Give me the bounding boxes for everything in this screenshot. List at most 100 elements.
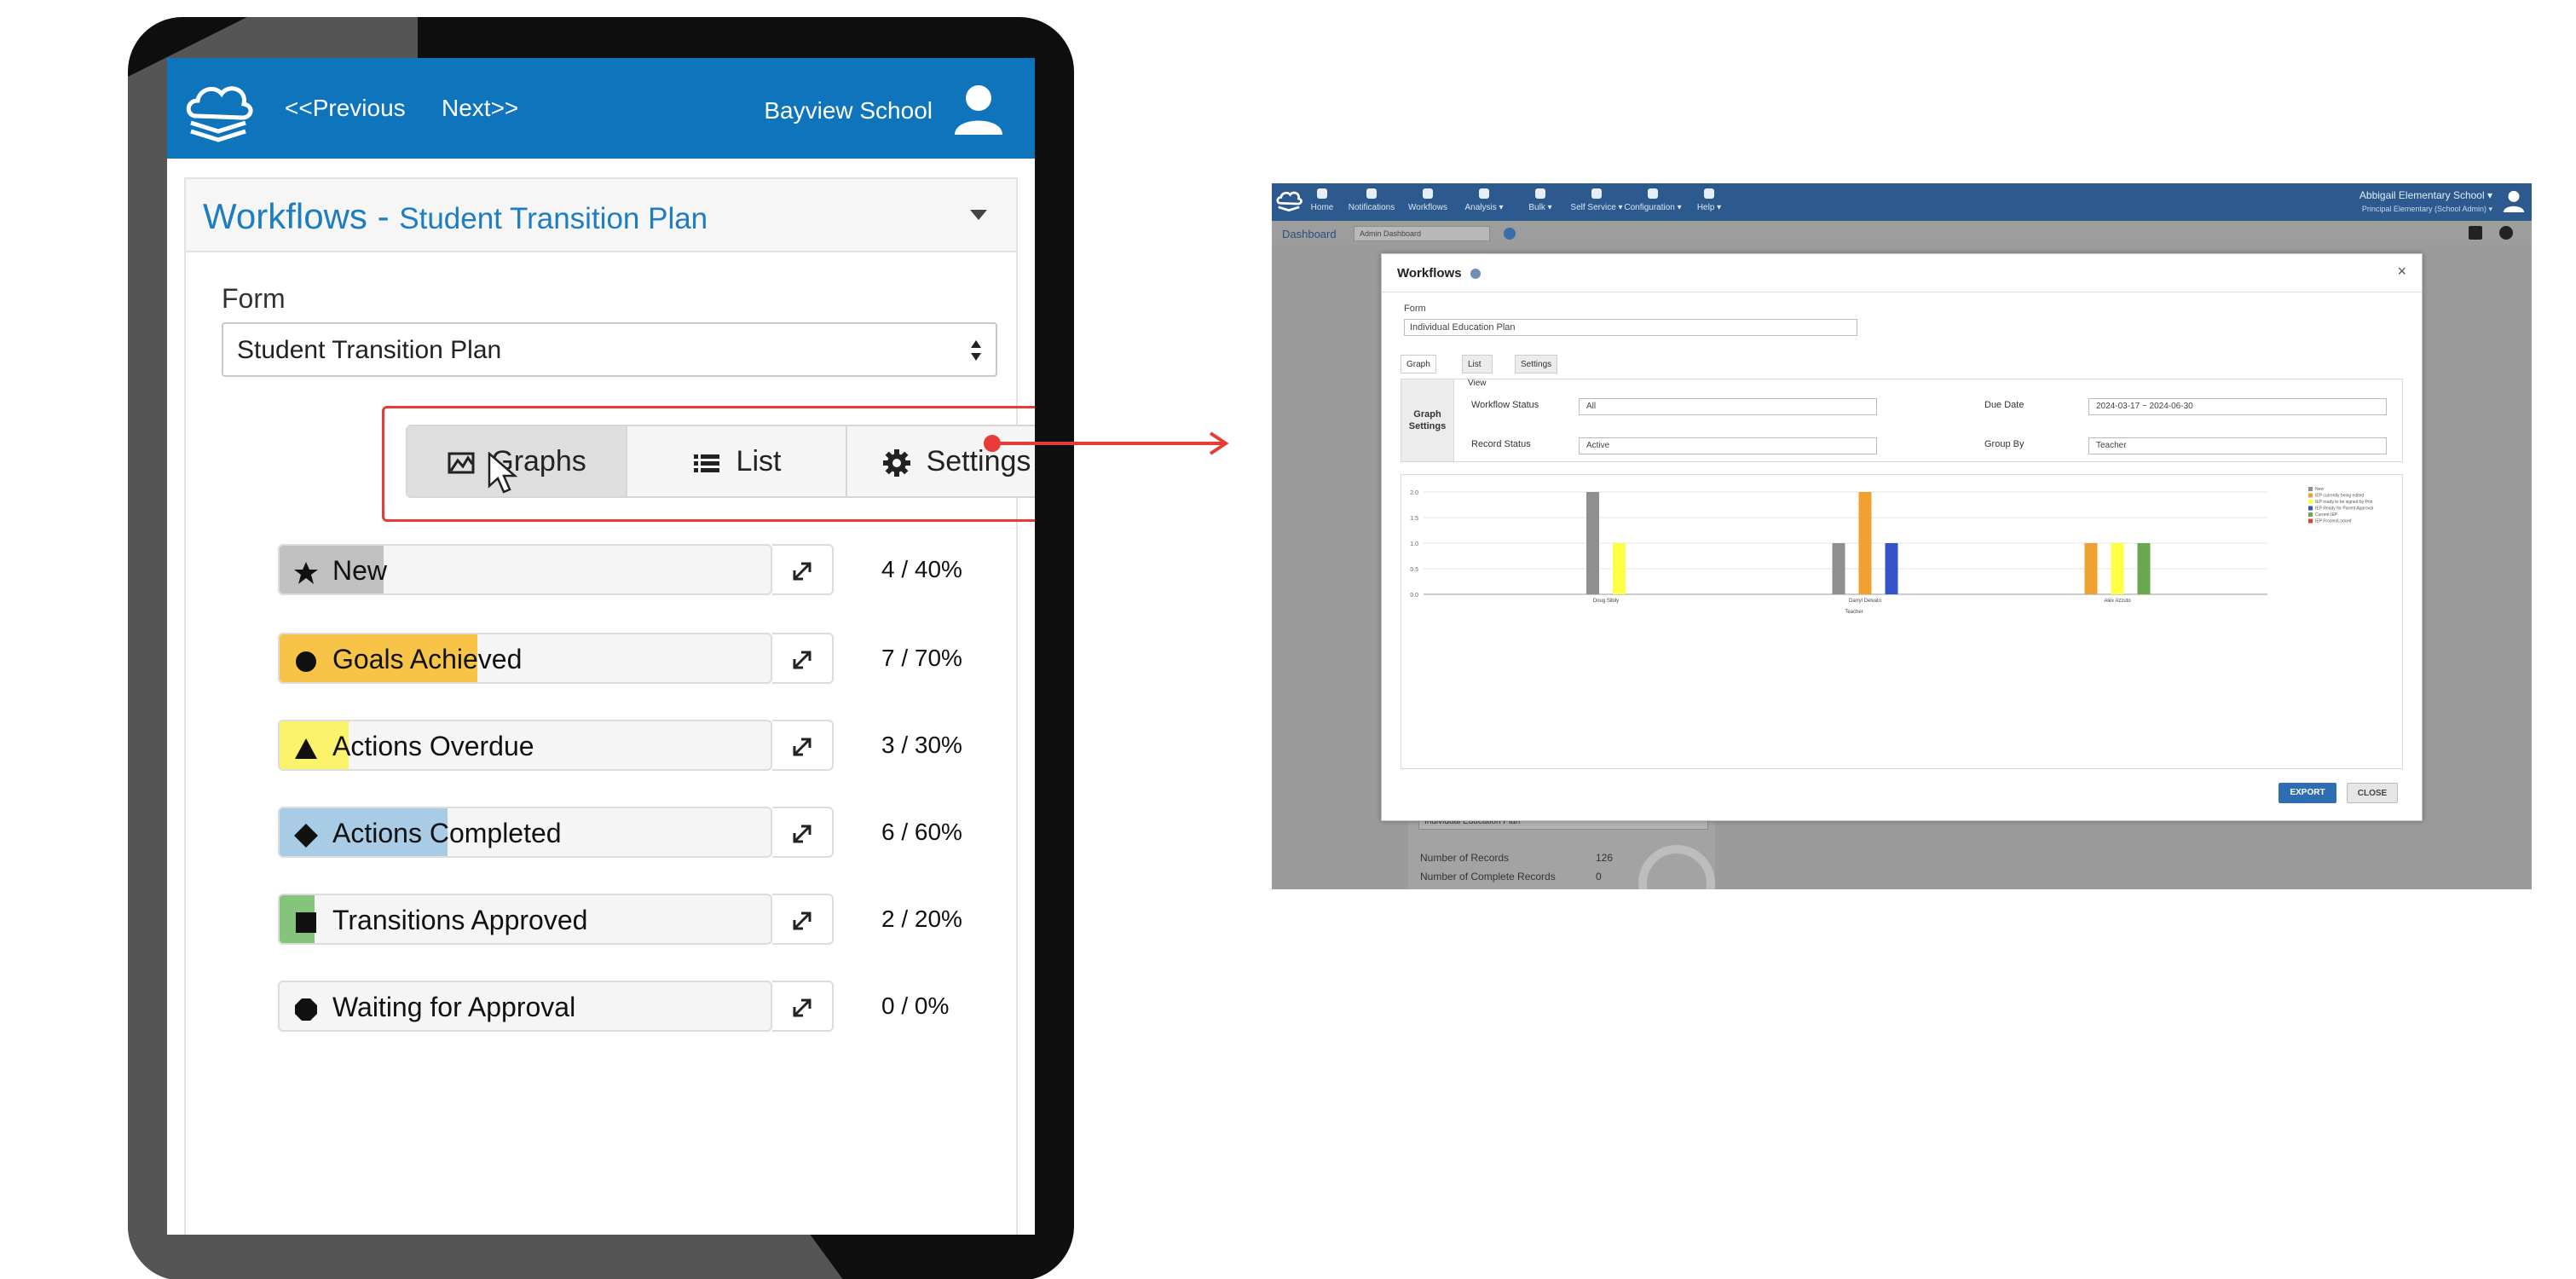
tab-list[interactable]: List xyxy=(627,426,846,496)
dashboard-link[interactable]: Dashboard xyxy=(1282,228,1337,240)
user-icon[interactable] xyxy=(953,84,1004,135)
user-icon[interactable] xyxy=(2503,190,2525,212)
top-nav-label: Notifications xyxy=(1348,203,1395,212)
diamond-icon xyxy=(294,823,318,848)
expand-button[interactable] xyxy=(772,981,834,1032)
x-axis-label: Teacher xyxy=(1845,610,1863,615)
status-bar[interactable]: Goals Achieved xyxy=(278,633,772,684)
status-bar[interactable]: Waiting for Approval xyxy=(278,981,772,1032)
top-nav-item[interactable]: Help ▾ xyxy=(1679,187,1739,212)
legend-swatch xyxy=(2308,518,2313,524)
close-button[interactable]: CLOSE xyxy=(2347,783,2398,803)
form-select[interactable]: Student Transition Plan xyxy=(222,322,997,377)
top-nav-label: Analysis ▾ xyxy=(1464,203,1504,212)
star-icon xyxy=(294,561,318,584)
legend-label: IEP Ready for Parent Approval xyxy=(2315,506,2373,512)
legend-label: IEP Frozen/Locked xyxy=(2315,519,2352,524)
record-status-select[interactable]: Active xyxy=(1579,437,1877,454)
legend-label: IEP ready to be signed by Prin xyxy=(2315,500,2373,505)
expand-icon xyxy=(793,998,811,1017)
square-icon xyxy=(296,912,316,933)
top-nav-item[interactable]: Notifications xyxy=(1342,187,1401,212)
info-icon[interactable] xyxy=(1470,269,1481,280)
bar-iep-currently-being-edited xyxy=(2084,543,2098,594)
y-tick-label: 2.0 xyxy=(1410,490,1418,496)
status-row[interactable]: Actions Overdue 3 / 30% xyxy=(167,720,1035,774)
top-nav-item[interactable]: Analysis ▾ xyxy=(1454,187,1514,212)
status-bar[interactable]: Actions Completed xyxy=(278,807,772,858)
complete-records-value: 0 xyxy=(1596,871,1602,883)
status-bar[interactable]: New xyxy=(278,544,772,595)
list-icon xyxy=(1535,188,1545,199)
top-nav-item[interactable]: Workflows xyxy=(1398,187,1458,212)
export-button[interactable]: EXPORT xyxy=(2279,783,2336,803)
status-count: 0 / 0% xyxy=(881,993,950,1019)
expand-icon xyxy=(793,912,811,930)
expand-icon xyxy=(793,651,811,669)
status-row[interactable]: Transitions Approved 2 / 20% xyxy=(167,894,1035,948)
connector-arrow xyxy=(984,431,1229,455)
expand-button[interactable] xyxy=(772,807,834,858)
status-row[interactable]: Waiting for Approval 0 / 0% xyxy=(167,981,1035,1035)
form-select-value: Student Transition Plan xyxy=(237,336,502,364)
status-label: New xyxy=(293,546,387,593)
copy-icon[interactable] xyxy=(2469,226,2482,240)
status-bar[interactable]: Transitions Approved xyxy=(278,894,772,945)
background-widget: Individual Education Plan Number of Reco… xyxy=(1408,814,1715,889)
list-icon xyxy=(693,454,719,473)
legend-label: IEP currently being edited xyxy=(2315,494,2364,499)
desktop-top-nav: Home Notifications Workflows Analysis ▾ Bulk… xyxy=(1272,183,2532,221)
workflow-status-select[interactable]: All xyxy=(1579,398,1877,415)
due-date-field[interactable]: 2024-03-17 ~ 2024-06-30 xyxy=(2088,398,2387,415)
group-by-select[interactable]: Teacher xyxy=(2088,437,2387,454)
tab-modal-settings[interactable]: Settings xyxy=(1515,355,1558,373)
bar-iep-ready-to-be-signed-by-prin xyxy=(2111,543,2124,594)
status-count: 4 / 40% xyxy=(881,556,962,582)
tab-graph-view[interactable]: Graph View xyxy=(1401,355,1436,388)
donut-gauge xyxy=(1638,845,1715,889)
status-count: 2 / 20% xyxy=(881,906,962,932)
tab-list-label: List xyxy=(736,445,782,477)
info-icon[interactable] xyxy=(1504,228,1516,240)
top-nav-item[interactable]: Configuration ▾ xyxy=(1623,187,1683,212)
workflows-header[interactable]: Workflows - Student Transition Plan xyxy=(186,179,1016,252)
previous-link[interactable]: <<Previous xyxy=(285,58,406,159)
octagon-icon xyxy=(295,998,317,1021)
legend-swatch xyxy=(2308,493,2313,498)
status-row[interactable]: Goals Achieved 7 / 70% xyxy=(167,633,1035,687)
next-link[interactable]: Next>> xyxy=(442,58,518,159)
modal-form-label: Form xyxy=(1404,304,1426,314)
expand-icon xyxy=(793,738,811,756)
y-tick-label: 0.0 xyxy=(1410,593,1418,599)
dashboard-select[interactable]: Admin Dashboard xyxy=(1354,226,1490,241)
close-icon[interactable]: × xyxy=(2397,263,2406,281)
expand-button[interactable] xyxy=(772,544,834,595)
tab-list-view[interactable]: List View xyxy=(1462,355,1493,388)
workflows-title: Workflows xyxy=(203,196,367,236)
modal-form-select[interactable]: Individual Education Plan xyxy=(1404,319,1857,336)
legend-label: Current IEP xyxy=(2315,512,2338,518)
top-nav-item[interactable]: Self Service ▾ xyxy=(1567,187,1626,212)
records-value: 126 xyxy=(1596,852,1614,864)
status-bar[interactable]: Actions Overdue xyxy=(278,720,772,771)
gear-icon xyxy=(882,449,910,477)
expand-button[interactable] xyxy=(772,633,834,684)
top-nav-item[interactable]: Bulk ▾ xyxy=(1510,187,1570,212)
records-label: Number of Records xyxy=(1420,852,1510,864)
desktop-school[interactable]: Abbigail Elementary School ▾ Principal E… xyxy=(2359,188,2492,216)
workflow-subtitle: Student Transition Plan xyxy=(399,202,708,235)
expand-button[interactable] xyxy=(772,894,834,945)
y-tick-label: 1.0 xyxy=(1410,541,1418,547)
status-row[interactable]: New 4 / 40% xyxy=(167,544,1035,599)
tablet-screen: <<Previous Next>> Bayview School Workflo… xyxy=(167,58,1035,1235)
status-label: Actions Completed xyxy=(293,808,562,856)
expand-button[interactable] xyxy=(772,720,834,771)
y-tick-label: 0.5 xyxy=(1410,567,1418,573)
desktop-role: Principal Elementary (School Admin) ▾ xyxy=(2361,205,2492,213)
status-label-text: Actions Overdue xyxy=(332,731,534,761)
status-count: 3 / 30% xyxy=(881,732,962,758)
status-row[interactable]: Actions Completed 6 / 60% xyxy=(167,807,1035,861)
desktop-subbar: Dashboard Admin Dashboard xyxy=(1272,221,2532,245)
gear-icon[interactable] xyxy=(2499,226,2513,240)
chevron-down-icon[interactable] xyxy=(970,210,987,220)
